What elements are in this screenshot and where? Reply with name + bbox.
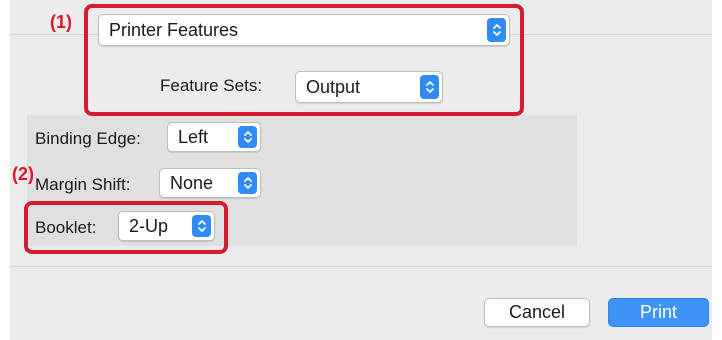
binding-edge-popup[interactable]: Left — [167, 122, 261, 152]
margin-shift-label: Margin Shift: — [35, 175, 131, 194]
up-down-chevron-icon — [238, 172, 257, 194]
print-button[interactable]: Print — [608, 298, 709, 327]
margin-shift-popup[interactable]: None — [159, 168, 261, 198]
callout-box-1 — [84, 4, 524, 116]
up-down-chevron-icon — [238, 126, 257, 148]
binding-edge-label: Binding Edge: — [35, 129, 141, 148]
callout-box-2 — [24, 201, 228, 254]
bottom-divider — [10, 266, 712, 267]
callout-marker-1: (1) — [50, 12, 72, 32]
callout-marker-2: (2) — [12, 164, 34, 184]
cancel-button[interactable]: Cancel — [484, 298, 590, 327]
